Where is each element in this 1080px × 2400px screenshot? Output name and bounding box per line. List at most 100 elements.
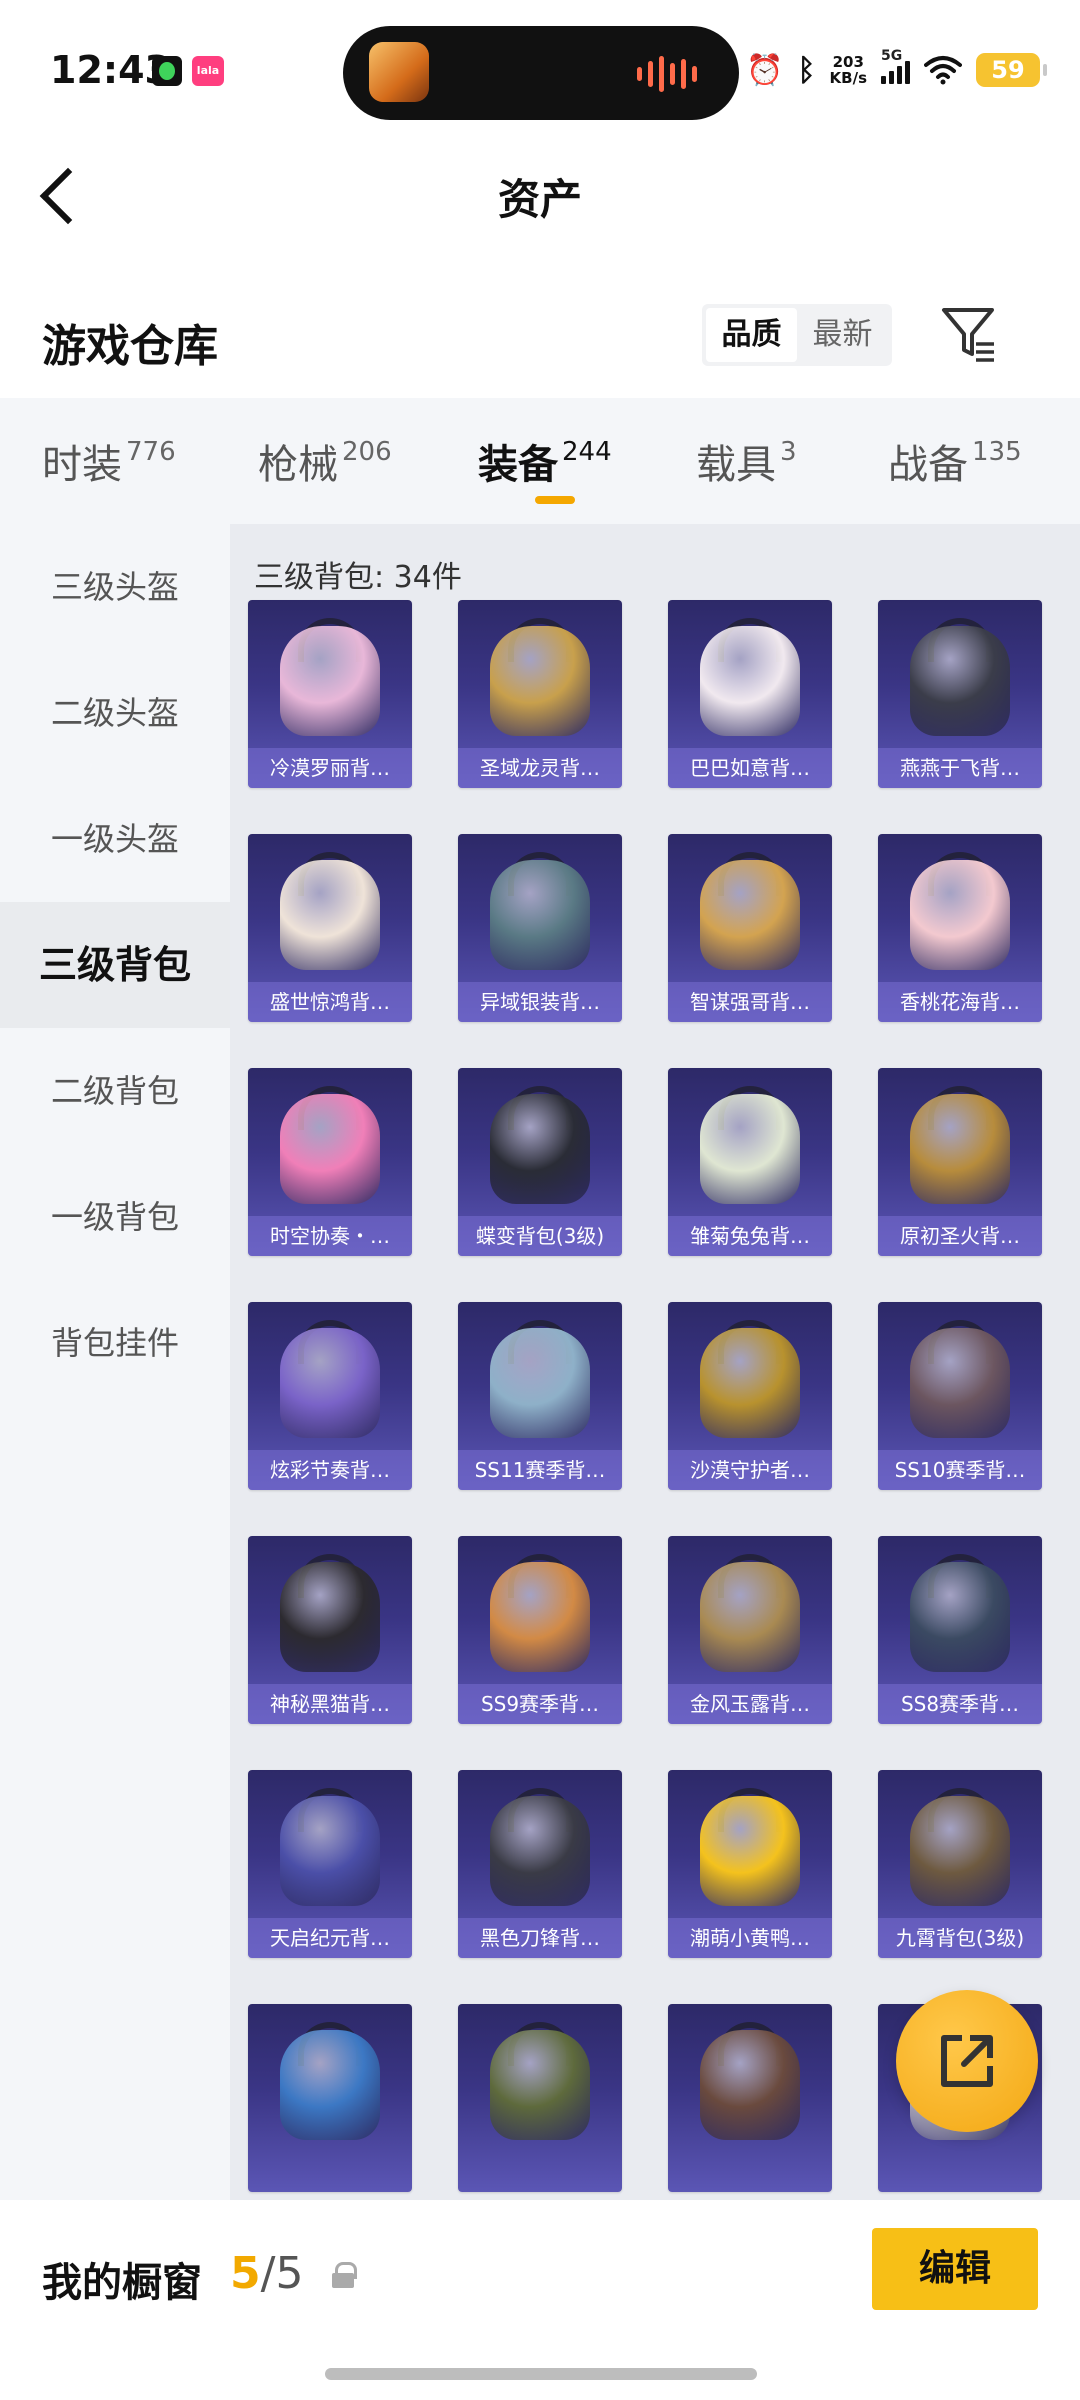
backpack-name: 黑色刀锋背… [458,1918,622,1958]
tab-fashion[interactable]: 时装 776 [42,432,176,490]
backpack-image [280,1094,380,1204]
backpack-card[interactable]: 金风玉露背… [668,1536,832,1724]
showcase-count: 5/5 [230,2248,304,2299]
backpack-card[interactable]: 时空协奏・… [248,1068,412,1256]
backpack-card[interactable]: 雏菊兔兔背… [668,1068,832,1256]
backpack-card[interactable]: 天启纪元背… [248,1770,412,1958]
sidebar-item-backpack-pendant[interactable]: 背包挂件 [0,1280,230,1406]
backpack-name: 燕燕于飞背… [878,748,1042,788]
backpack-name: 蝶变背包(3级) [458,1216,622,1256]
backpack-card[interactable]: 圣域龙灵背… [458,600,622,788]
sort-option-quality[interactable]: 品质 [706,308,797,362]
backpack-card[interactable]: 炫彩节奏背… [248,1302,412,1490]
backpack-card[interactable]: 冷漠罗丽背… [248,600,412,788]
wifi-icon [924,56,962,85]
backpack-card[interactable] [668,2004,832,2192]
tab-equipment[interactable]: 装备 244 [478,432,612,490]
backpack-card[interactable]: SS11赛季背… [458,1302,622,1490]
warehouse-title: 游戏仓库 [42,321,218,372]
backpack-card[interactable]: 潮萌小黄鸭… [668,1770,832,1958]
backpack-card[interactable]: 原初圣火背… [878,1068,1042,1256]
backpack-name: SS9赛季背… [458,1684,622,1724]
backpack-card[interactable]: SS10赛季背… [878,1302,1042,1490]
media-thumbnail [369,42,429,102]
backpack-image [490,626,590,736]
backpack-name: 九霄背包(3级) [878,1918,1042,1958]
backpack-image [280,1796,380,1906]
backpack-card[interactable]: 沙漠守护者… [668,1302,832,1490]
alarm-icon: ⏰ [746,52,784,88]
backpack-card[interactable]: 九霄背包(3级) [878,1770,1042,1958]
sidebar-item-level3-backpack[interactable]: 三级背包 [0,902,230,1028]
edit-button[interactable]: 编辑 [872,2228,1038,2310]
filter-icon[interactable] [940,302,996,366]
backpack-image [490,1562,590,1672]
backpack-name: SS8赛季背… [878,1684,1042,1724]
backpack-card[interactable]: 蝶变背包(3级) [458,1068,622,1256]
backpack-card[interactable]: 燕燕于飞背… [878,600,1042,788]
audio-wave-icon [637,56,703,92]
backpack-card[interactable]: 神秘黑猫背… [248,1536,412,1724]
backpack-name: 时空协奏・… [248,1216,412,1256]
backpack-image [910,626,1010,736]
dynamic-island[interactable] [343,26,739,120]
backpack-image [700,1562,800,1672]
backpack-image [700,2030,800,2140]
backpack-image [490,1328,590,1438]
backpack-name: 冷漠罗丽背… [248,748,412,788]
backpack-image [910,860,1010,970]
backpack-card[interactable]: SS8赛季背… [878,1536,1042,1724]
backpack-card[interactable] [458,2004,622,2192]
warehouse-header: 游戏仓库 品质 最新 [0,290,1080,390]
share-button[interactable] [896,1990,1038,2132]
share-icon [941,2035,993,2087]
backpack-image [280,2030,380,2140]
backpack-image [700,626,800,736]
backpack-name: 盛世惊鸿背… [248,982,412,1022]
backpack-card[interactable]: 巴巴如意背… [668,600,832,788]
backpack-image [910,1796,1010,1906]
bluetooth-icon: ᛒ [797,52,816,88]
backpack-image [700,1796,800,1906]
backpack-card[interactable]: 黑色刀锋背… [458,1770,622,1958]
page-title: 资产 [497,175,582,224]
backpack-card[interactable]: 异域银装背… [458,834,622,1022]
backpack-name: 巴巴如意背… [668,748,832,788]
backpack-name: 异域银装背… [458,982,622,1022]
sidebar-item-level3-helmet[interactable]: 三级头盔 [0,524,230,650]
backpack-card[interactable]: 香桃花海背… [878,834,1042,1022]
battery-icon: 59 [976,53,1047,87]
sidebar: 三级头盔 二级头盔 一级头盔 三级背包 二级背包 一级背包 背包挂件 [0,524,230,2200]
backpack-card[interactable] [248,2004,412,2192]
tab-vehicles[interactable]: 载具 3 [696,432,797,490]
signal-icon: 5G [881,48,910,84]
backpack-name: 炫彩节奏背… [248,1450,412,1490]
app-header: 资产 [0,140,1080,250]
tab-weapons[interactable]: 枪械 206 [258,432,392,490]
category-tabs: 时装 776 枪械 206 装备 244 载具 3 战备 135 [0,398,1080,524]
backpack-name: SS11赛季背… [458,1450,622,1490]
sidebar-item-level2-helmet[interactable]: 二级头盔 [0,650,230,776]
tab-supplies[interactable]: 战备 135 [888,432,1022,490]
sidebar-item-level1-backpack[interactable]: 一级背包 [0,1154,230,1280]
sort-toggle: 品质 最新 [702,304,892,366]
backpack-image [910,1094,1010,1204]
backpack-card[interactable]: SS9赛季背… [458,1536,622,1724]
pink-app-icon: lala [192,56,224,86]
backpack-image [490,1094,590,1204]
item-grid: 三级背包: 34件 冷漠罗丽背… 圣域龙灵背… 巴巴如意背… 燕燕于飞背… 盛世惊鸿背…… [230,524,1080,2200]
backpack-name: 天启纪元背… [248,1918,412,1958]
backpack-card[interactable]: 智谋强哥背… [668,834,832,1022]
backpack-name: 圣域龙灵背… [458,748,622,788]
sidebar-item-level2-backpack[interactable]: 二级背包 [0,1028,230,1154]
backpack-name: 香桃花海背… [878,982,1042,1022]
sidebar-item-level1-helmet[interactable]: 一级头盔 [0,776,230,902]
backpack-image [490,2030,590,2140]
backpack-name: SS10赛季背… [878,1450,1042,1490]
backpack-image [700,1094,800,1204]
backpack-card[interactable]: 盛世惊鸿背… [248,834,412,1022]
backpack-image [910,1562,1010,1672]
sort-option-newest[interactable]: 最新 [797,308,888,362]
home-indicator [325,2368,757,2380]
backpack-image [700,860,800,970]
